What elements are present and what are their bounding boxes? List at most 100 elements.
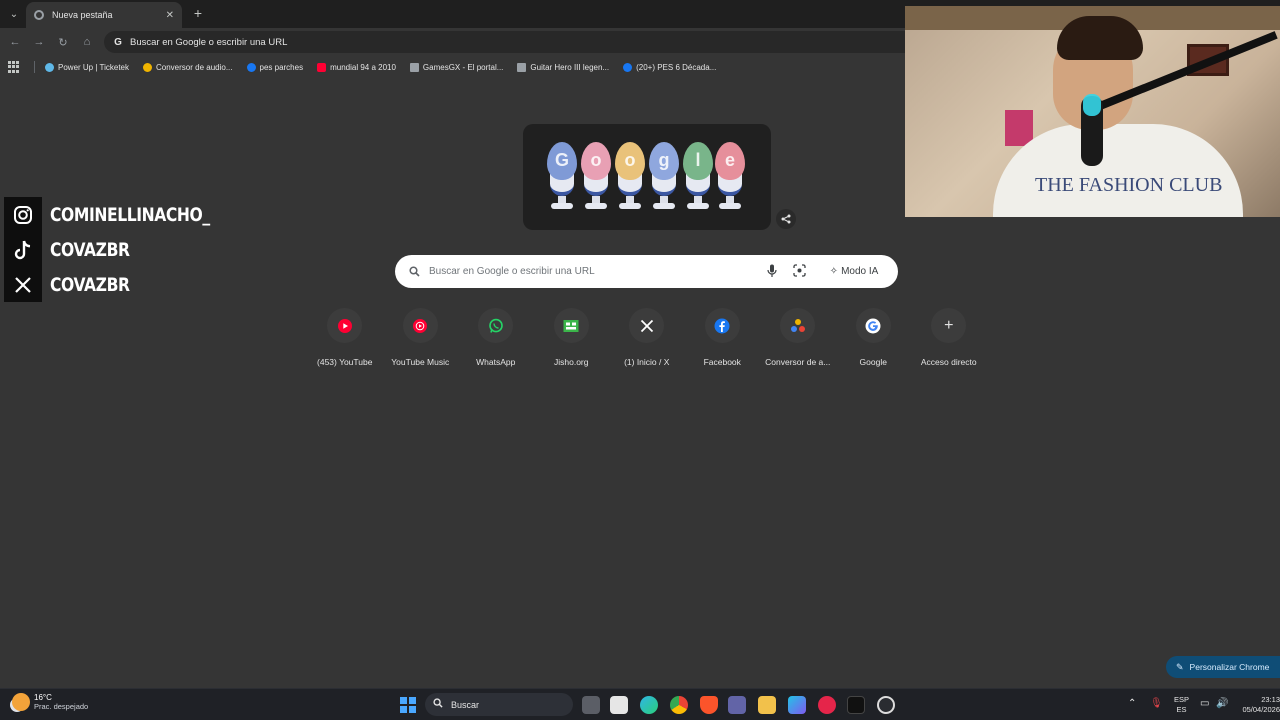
network-icon[interactable]: ▭ <box>1200 698 1209 709</box>
google-icon: G <box>114 36 122 48</box>
media-player-icon[interactable] <box>818 696 836 714</box>
new-tab-button[interactable]: + <box>189 4 207 22</box>
audio-app-icon[interactable] <box>847 696 865 714</box>
shortcut-tile[interactable]: Facebook <box>685 308 761 367</box>
close-icon[interactable]: ✕ <box>166 10 174 21</box>
webcam-microphone-light <box>1083 94 1101 116</box>
bookmark-item[interactable]: pes parches <box>246 62 303 72</box>
shortcut-icon-circle <box>553 308 589 343</box>
bookmark-item[interactable]: Conversor de audio... <box>143 62 233 72</box>
arrow-left-icon: ← <box>9 36 21 48</box>
social-overlay: COMINELLINACHO_ COVAZBR COVAZBR <box>4 197 245 302</box>
tiktok-icon <box>4 232 42 267</box>
chevron-up-icon[interactable]: ⌃ <box>1128 698 1136 709</box>
arrow-right-icon: → <box>33 36 45 48</box>
search-box: ✧ Modo IA <box>395 255 898 288</box>
shortcut-label: Facebook <box>703 357 741 367</box>
shortcut-label: Jisho.org <box>554 357 589 367</box>
bookmark-item[interactable]: Guitar Hero III legen... <box>517 62 609 72</box>
microphone-icon[interactable]: 🎙 <box>1150 698 1163 709</box>
shortcut-label: (453) YouTube <box>317 357 373 367</box>
customize-chrome-button[interactable]: ✎ Personalizar Chrome <box>1166 656 1280 678</box>
shortcuts-grid: (453) YouTube YouTube Music WhatsApp Jis… <box>307 308 987 367</box>
doodle-egg: l <box>683 142 713 214</box>
shortcut-tile[interactable]: Google <box>836 308 912 367</box>
ai-mode-button[interactable]: ✧ Modo IA <box>819 259 889 284</box>
youtube-icon <box>337 318 352 333</box>
search-icon <box>409 265 421 278</box>
shortcut-icon-circle <box>478 308 514 343</box>
doodle-egg: g <box>649 142 679 214</box>
back-button[interactable]: ← <box>6 33 24 51</box>
forward-button[interactable]: → <box>30 33 48 51</box>
social-handle: COMINELLINACHO_ <box>50 203 210 226</box>
edge-icon[interactable] <box>640 696 658 714</box>
gamesgx-icon <box>409 62 419 72</box>
teams-icon[interactable] <box>728 696 746 714</box>
ai-search-icon: ✧ <box>829 266 839 277</box>
shortcut-icon-circle <box>855 308 891 343</box>
task-view-icon[interactable] <box>582 696 600 714</box>
search-input[interactable] <box>429 266 749 277</box>
steam-icon[interactable] <box>877 696 895 714</box>
shortcut-icon-circle <box>402 308 438 343</box>
shortcut-icon-circle <box>704 308 740 343</box>
jisho-icon <box>563 319 579 332</box>
home-button[interactable]: ⌂ <box>78 33 96 51</box>
shortcut-tile[interactable]: YouTube Music <box>383 308 459 367</box>
reload-icon: ↻ <box>58 36 68 49</box>
reload-button[interactable]: ↻ <box>54 33 72 51</box>
shortcut-label: Acceso directo <box>920 357 977 367</box>
shortcut-label: WhatsApp <box>476 357 516 367</box>
webcam-shirt-text: THE FASHION CLUB <box>1035 174 1223 196</box>
google-doodle[interactable]: G o o g l e <box>523 124 771 230</box>
social-handle: COVAZBR <box>50 273 130 296</box>
webcam-overlay: THE FASHION CLUB <box>905 6 1280 217</box>
plus-icon: + <box>193 5 203 21</box>
bookmark-item[interactable]: (20+) PES 6 Década... <box>623 62 716 72</box>
doodle-share-button[interactable] <box>776 209 796 229</box>
taskbar-search[interactable]: Buscar <box>425 693 573 716</box>
home-icon: ⌂ <box>83 36 91 48</box>
social-row: COMINELLINACHO_ <box>4 197 245 232</box>
shortcut-icon-circle <box>780 308 816 343</box>
weather-widget[interactable]: 16°C Prac. despejado <box>12 693 88 711</box>
copilot-icon[interactable] <box>788 696 806 714</box>
tab-new-tab[interactable]: Nueva pestaña ✕ <box>26 2 182 28</box>
shortcut-icon-circle: + <box>931 308 967 343</box>
shortcut-icon-circle <box>327 308 363 343</box>
doodle-egg: o <box>615 142 645 214</box>
microphone-icon[interactable] <box>767 264 779 279</box>
windows-taskbar: 16°C Prac. despejado Buscar ⌃ 🎙 ESP ES ▭… <box>0 688 1280 720</box>
shortcut-tile[interactable]: WhatsApp <box>458 308 534 367</box>
clock[interactable]: 23:13 05/04/2026 <box>1236 695 1280 715</box>
x-icon <box>640 319 653 332</box>
bookmark-item[interactable]: Power Up | Ticketek <box>45 62 129 72</box>
shortcut-tile[interactable]: Jisho.org <box>534 308 610 367</box>
chrome-icon[interactable] <box>670 696 688 714</box>
windows-start-icon[interactable] <box>400 697 416 713</box>
file-explorer-icon[interactable] <box>758 696 776 714</box>
store-icon[interactable] <box>610 696 628 714</box>
google-lens-icon[interactable] <box>793 264 807 278</box>
tab-search-button[interactable]: ⌄ <box>4 5 24 23</box>
guitarhero-icon <box>517 62 527 72</box>
chevron-down-icon: ⌄ <box>9 8 19 20</box>
shortcut-tile[interactable]: (453) YouTube <box>307 308 383 367</box>
brave-icon[interactable] <box>700 696 718 714</box>
bookmark-item[interactable]: GamesGX - El portal... <box>409 62 503 72</box>
language-indicator[interactable]: ESP ES <box>1174 695 1189 715</box>
weather-sun-icon <box>12 693 30 711</box>
volume-icon[interactable]: 🔊 <box>1216 698 1228 709</box>
google-icon <box>865 318 881 333</box>
pencil-icon: ✎ <box>1176 661 1184 672</box>
shortcut-tile[interactable]: (1) Inicio / X <box>609 308 685 367</box>
doodle-egg: o <box>581 142 611 214</box>
apps-grid-icon[interactable] <box>8 61 20 73</box>
shortcut-icon-circle <box>629 308 665 343</box>
shortcut-tile[interactable]: Conversor de a... <box>760 308 836 367</box>
shortcut-tile[interactable]: + Acceso directo <box>911 308 987 367</box>
share-icon <box>781 214 791 224</box>
social-handle: COVAZBR <box>50 238 130 261</box>
bookmark-item[interactable]: mundial 94 a 2010 <box>317 62 396 72</box>
